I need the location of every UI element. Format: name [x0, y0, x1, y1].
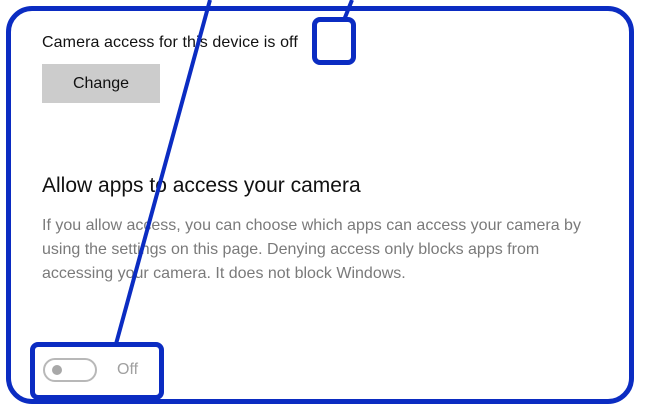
change-button[interactable]: Change: [42, 64, 160, 103]
section-description: If you allow access, you can choose whic…: [42, 217, 581, 282]
camera-access-status-value: off: [280, 34, 298, 51]
camera-access-status-prefix: Camera access for this device is: [42, 34, 281, 51]
section-title: Allow apps to access your camera: [42, 174, 361, 197]
highlight-off-status: [312, 17, 356, 65]
camera-access-status: Camera access for this device is off: [42, 34, 298, 52]
highlight-toggle: [30, 342, 164, 400]
settings-panel: Camera access for this device is off Cha…: [0, 0, 645, 414]
